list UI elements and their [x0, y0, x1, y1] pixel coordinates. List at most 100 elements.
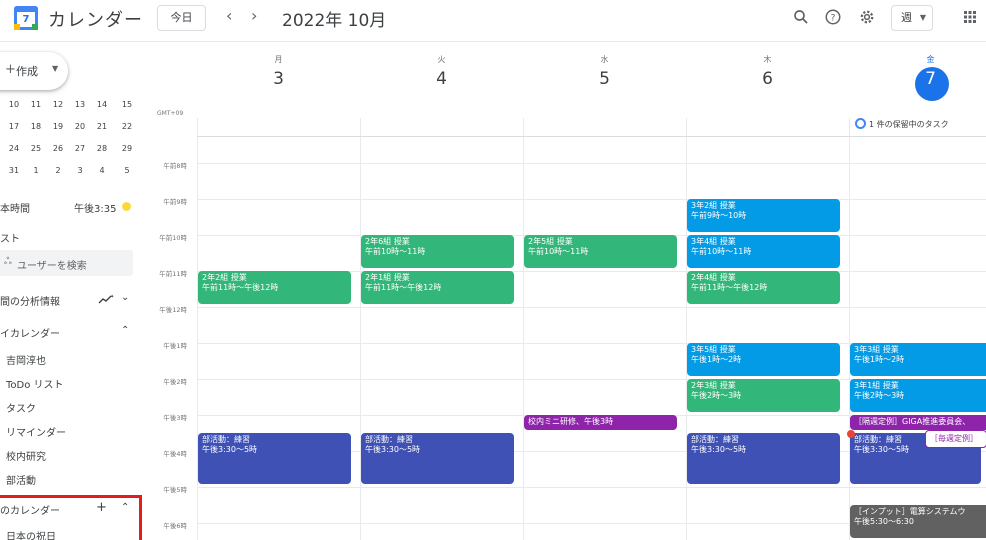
mini-day[interactable]: 14 [95, 100, 109, 109]
event-title: 校内ミニ研修、午後3時 [528, 417, 614, 426]
event-time: 午後3:30～5時 [365, 445, 421, 454]
mini-day[interactable]: 22 [120, 122, 134, 131]
event-tue-club[interactable]: 部活動：練習 午後3:30～5時 [361, 433, 514, 484]
event-fri-class-3-3[interactable]: 3年3組 授業 午後1時～2時 [850, 343, 986, 376]
event-title: 2年6組 授業 [365, 237, 410, 246]
day-header-tue[interactable]: 火 4 [360, 42, 523, 114]
event-wed-training[interactable]: 校内ミニ研修、午後3時 [524, 415, 677, 430]
grid-line [523, 118, 524, 540]
event-time: 午後3:30～5時 [691, 445, 747, 454]
event-time: 午前11時～午後12時 [365, 283, 442, 292]
mini-day[interactable]: 25 [29, 144, 43, 153]
day-header-wed[interactable]: 水 5 [523, 42, 686, 114]
event-thu-class-3-4[interactable]: 3年4組 授業 午前10時～11時 [687, 235, 840, 268]
plus-icon: + [5, 62, 16, 77]
event-title: 部活動：練習 [854, 435, 902, 444]
event-fri-input[interactable]: ［インプット］電算システムウ 午後5:30～6:30 [850, 505, 986, 538]
mini-day[interactable]: 4 [95, 166, 109, 175]
event-title: 3年3組 授業 [854, 345, 899, 354]
pending-tasks-chip[interactable]: 1 件の保留中のタスク [855, 118, 949, 133]
mini-day[interactable]: 5 [120, 166, 134, 175]
week-view: 月 3 火 4 水 5 木 6 金 7 GMT+09 午前8時 午前9時 午前1… [143, 42, 986, 540]
user-search-placeholder: ユーザーを検索 [17, 261, 87, 272]
user-search-input[interactable]: ஃ ユーザーを検索 [0, 250, 133, 276]
today-button[interactable]: 今日 [157, 5, 206, 31]
calendar-item-tasks[interactable]: タスク [6, 400, 36, 415]
mini-day[interactable]: 10 [7, 100, 21, 109]
mini-day[interactable]: 26 [51, 144, 65, 153]
apps-grid-icon[interactable] [961, 8, 979, 26]
day-number[interactable]: 4 [360, 69, 523, 89]
time-label: 午後6時 [163, 522, 187, 530]
event-fri-giga-meeting[interactable]: ［隔週定例］GIGA推進委員会、 [850, 415, 986, 430]
event-time: 午後2時～3時 [691, 391, 742, 400]
calendar-item-todo[interactable]: ToDo リスト [6, 376, 64, 391]
mini-day[interactable]: 17 [7, 122, 21, 131]
event-fri-weekly[interactable]: ［毎週定例］ [925, 430, 986, 448]
chevron-down-icon[interactable]: ⌄ [121, 292, 129, 303]
event-wed-class-2-5[interactable]: 2年5組 授業 午前10時～11時 [524, 235, 677, 268]
day-number[interactable]: 5 [523, 69, 686, 89]
create-button[interactable]: + 作成 ▼ [0, 52, 68, 90]
chevron-up-icon[interactable]: ⌃ [121, 325, 129, 336]
sun-icon [122, 202, 131, 211]
event-thu-club[interactable]: 部活動：練習 午後3:30～5時 [687, 433, 840, 484]
view-select-label: 週 [901, 11, 912, 24]
calendar-item-yoshioka[interactable]: 吉岡淳也 [6, 352, 46, 367]
day-number[interactable]: 3 [197, 69, 360, 89]
mini-day[interactable]: 24 [7, 144, 21, 153]
calendar-item-club[interactable]: 部活動 [6, 472, 36, 487]
calendar-item-reminders[interactable]: リマインダー [6, 424, 66, 439]
mini-day[interactable]: 18 [29, 122, 43, 131]
month-title: 2022年 10月 [282, 11, 387, 31]
mini-day[interactable]: 21 [95, 122, 109, 131]
timezone-label: 本時間 [0, 204, 30, 215]
mini-day[interactable]: 28 [95, 144, 109, 153]
mini-day[interactable]: 12 [51, 100, 65, 109]
mini-day[interactable]: 31 [7, 166, 21, 175]
list-label[interactable]: スト [0, 230, 20, 245]
calendar-logo-icon[interactable]: 7 [14, 6, 38, 30]
settings-icon[interactable] [858, 8, 876, 26]
timezone-time: 午後3:35 [74, 204, 117, 215]
day-header-fri[interactable]: 金 7 [849, 42, 986, 114]
mini-day[interactable]: 13 [73, 100, 87, 109]
event-thu-class-2-3[interactable]: 2年3組 授業 午後2時～3時 [687, 379, 840, 412]
calendar-item-research[interactable]: 校内研究 [6, 448, 46, 463]
event-title: 部活動：練習 [202, 435, 250, 444]
event-thu-class-2-4[interactable]: 2年4組 授業 午前11時～午後12時 [687, 271, 840, 304]
event-thu-class-3-5[interactable]: 3年5組 授業 午後1時～2時 [687, 343, 840, 376]
mini-day[interactable]: 2 [51, 166, 65, 175]
mini-day[interactable]: 27 [73, 144, 87, 153]
event-time: 午前10時～11時 [528, 247, 589, 256]
day-of-week: 火 [437, 55, 446, 64]
event-tue-class-2-6[interactable]: 2年6組 授業 午前10時～11時 [361, 235, 514, 268]
event-thu-class-3-2[interactable]: 3年2組 授業 午前9時～10時 [687, 199, 840, 232]
next-week-button[interactable]: › [251, 6, 257, 25]
day-number[interactable]: 7 [849, 69, 986, 89]
event-fri-class-3-1[interactable]: 3年1組 授業 午後2時～3時 [850, 379, 986, 412]
help-icon[interactable]: ? [824, 8, 842, 26]
day-header-mon[interactable]: 月 3 [197, 42, 360, 114]
event-mon-club[interactable]: 部活動：練習 午後3:30～5時 [198, 433, 351, 484]
event-title: 3年4組 授業 [691, 237, 736, 246]
prev-week-button[interactable]: ‹ [226, 6, 232, 25]
mini-day[interactable]: 19 [51, 122, 65, 131]
day-number[interactable]: 6 [686, 69, 849, 89]
grid-line [197, 163, 986, 164]
my-calendars-header[interactable]: イカレンダー [0, 325, 60, 340]
event-mon-class-2-2[interactable]: 2年2組 授業 午前11時～午後12時 [198, 271, 351, 304]
time-label: 午後2時 [163, 378, 187, 386]
day-header-thu[interactable]: 木 6 [686, 42, 849, 114]
search-icon[interactable] [792, 8, 810, 26]
mini-day[interactable]: 20 [73, 122, 87, 131]
mini-day[interactable]: 3 [73, 166, 87, 175]
mini-day[interactable]: 11 [29, 100, 43, 109]
analytics-label[interactable]: 間の分析情報 [0, 293, 60, 308]
mini-day[interactable]: 1 [29, 166, 43, 175]
mini-day[interactable]: 15 [120, 100, 134, 109]
view-select[interactable]: 週 ▼ [891, 5, 933, 31]
event-tue-class-2-1[interactable]: 2年1組 授業 午前11時～午後12時 [361, 271, 514, 304]
mini-day[interactable]: 29 [120, 144, 134, 153]
sidebar: + 作成 ▼ 10 11 12 13 14 15 17 18 19 20 21 … [0, 42, 143, 540]
